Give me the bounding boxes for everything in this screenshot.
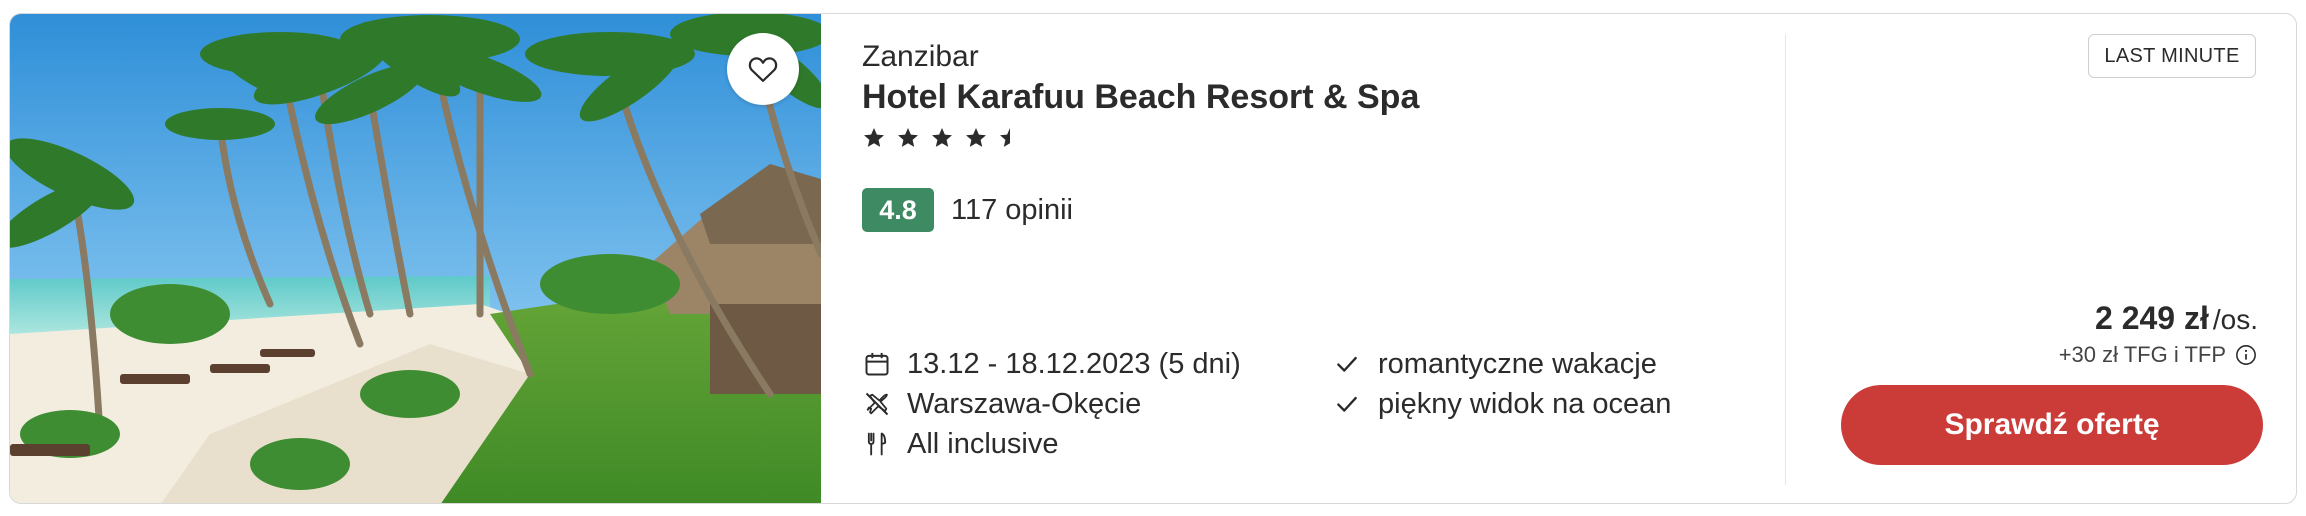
star-icon — [898, 128, 918, 147]
half-star-icon — [1000, 128, 1010, 147]
rating-row: 4.8 117 opinii — [862, 188, 1073, 232]
departure-text: Warszawa-Okęcie — [907, 387, 1142, 420]
feature-item: romantyczne wakacje — [1332, 344, 1671, 384]
dates-row: 13.12 - 18.12.2023 (5 dni) — [862, 344, 1241, 384]
calendar-icon — [862, 349, 892, 379]
star-icon — [864, 128, 884, 147]
extra-fees-row: +30 zł TFG i TFP — [2059, 342, 2258, 368]
fork-knife-icon — [862, 429, 892, 459]
star-icon — [932, 128, 952, 147]
dates-text: 13.12 - 18.12.2023 (5 dni) — [907, 347, 1241, 380]
departure-row: Warszawa-Okęcie — [862, 384, 1241, 424]
column-divider — [1785, 34, 1786, 485]
reviews-link[interactable]: 117 opinii — [951, 194, 1073, 227]
check-offer-button[interactable]: Sprawdź ofertę — [1841, 385, 2263, 465]
feature-label: piękny widok na ocean — [1378, 387, 1672, 420]
star-icon — [966, 128, 986, 147]
feature-item: piękny widok na ocean — [1332, 384, 1671, 424]
beach-photo-illustration — [10, 14, 821, 503]
heart-outline-icon — [748, 57, 778, 82]
offer-details: 13.12 - 18.12.2023 (5 dni) Warszawa-Okęc… — [862, 344, 1241, 464]
hotel-name-link[interactable]: Hotel Karafuu Beach Resort & Spa — [862, 78, 1419, 117]
check-icon — [1332, 349, 1362, 379]
rating-badge: 4.8 — [862, 188, 934, 232]
board-row: All inclusive — [862, 424, 1241, 464]
feature-label: romantyczne wakacje — [1378, 347, 1657, 380]
check-icon — [1332, 389, 1362, 419]
price-unit: /os. — [2212, 304, 2258, 335]
extra-fees-text: +30 zł TFG i TFP — [2058, 342, 2226, 367]
offer-info: Zanzibar Hotel Karafuu Beach Resort & Sp… — [862, 14, 1762, 503]
price-row: 2 249 zł /os. — [2095, 300, 2258, 337]
offer-features: romantyczne wakacje piękny widok na ocea… — [1332, 344, 1671, 424]
star-rating — [862, 126, 1022, 150]
offer-card: Zanzibar Hotel Karafuu Beach Resort & Sp… — [9, 13, 2297, 504]
info-circle-icon[interactable] — [2234, 343, 2258, 367]
last-minute-badge: LAST MINUTE — [2088, 34, 2256, 78]
favorite-button[interactable] — [727, 33, 799, 105]
offer-location: Zanzibar — [862, 40, 979, 73]
price-value: 2 249 zł — [2095, 300, 2209, 336]
board-text: All inclusive — [907, 427, 1059, 460]
hotel-photo[interactable] — [10, 14, 821, 503]
plane-slash-icon — [862, 389, 892, 419]
